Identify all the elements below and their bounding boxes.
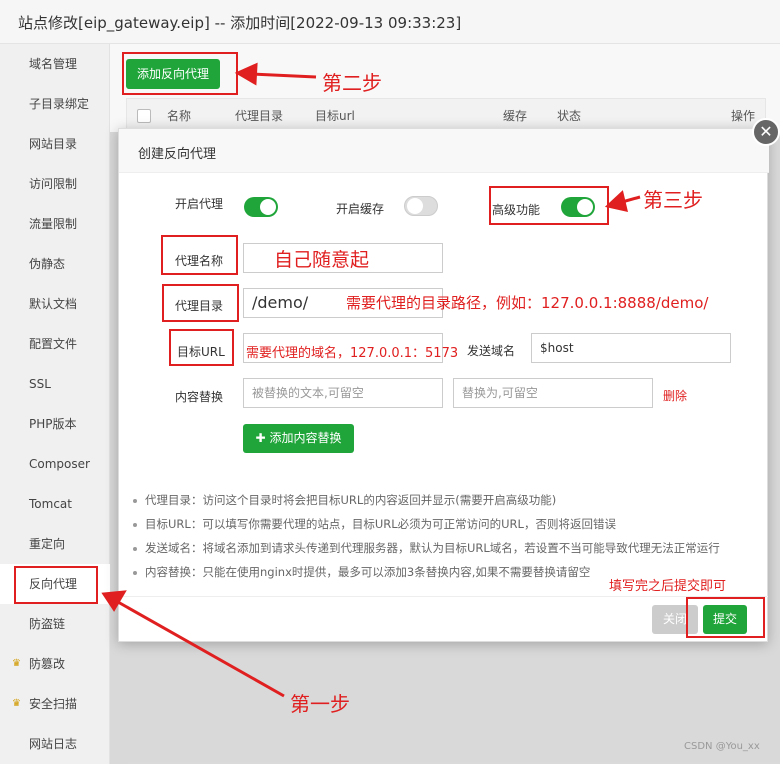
arrow-step3 — [604, 190, 641, 212]
arrow-step1 — [101, 590, 285, 698]
arrow-step2 — [234, 62, 317, 86]
annotation-arrows — [101, 62, 641, 698]
watermark: CSDN @You_xx — [684, 741, 760, 752]
